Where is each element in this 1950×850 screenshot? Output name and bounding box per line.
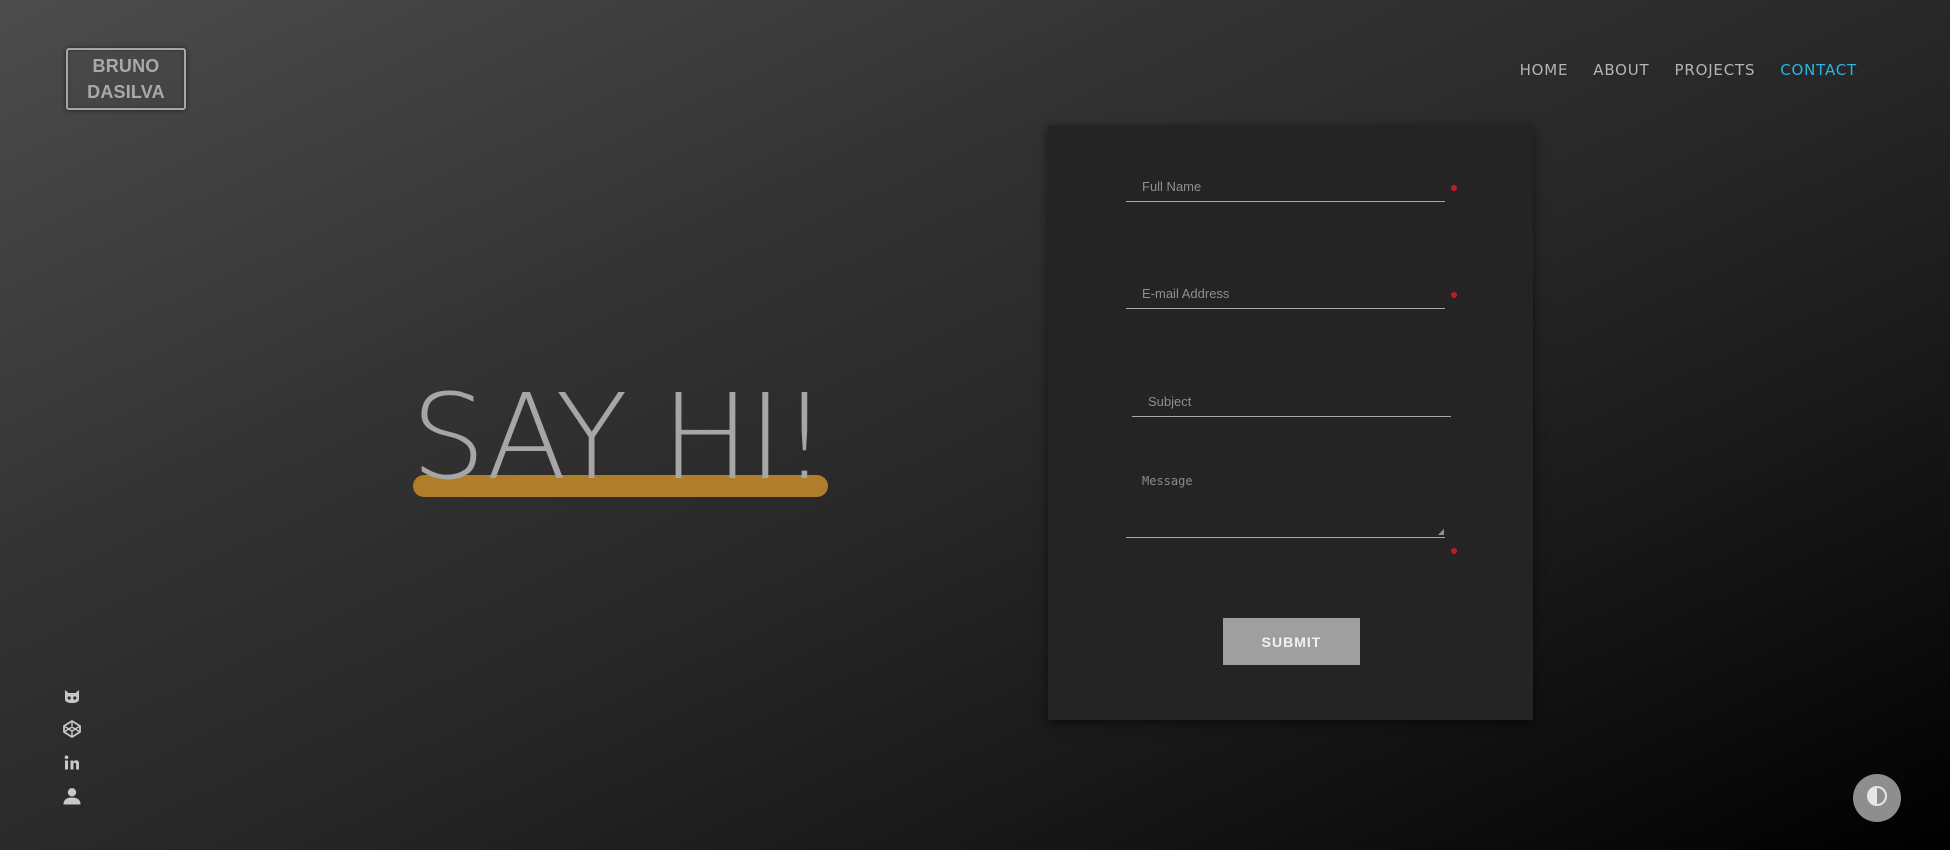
theme-toggle-button[interactable] <box>1853 774 1901 822</box>
nav-home[interactable]: HOME <box>1520 60 1569 80</box>
codepen-icon <box>62 719 82 739</box>
logo[interactable]: BRUNO DASILVA <box>66 48 186 110</box>
email-required-dot <box>1451 292 1457 298</box>
codepen-link[interactable] <box>62 719 82 739</box>
user-icon <box>62 786 82 806</box>
linkedin-link[interactable] <box>62 753 82 773</box>
email-field-wrapper <box>1126 278 1445 309</box>
subject-field-wrapper <box>1132 386 1451 417</box>
email-input[interactable] <box>1126 278 1445 308</box>
heading-text: SAY HI! <box>411 368 828 506</box>
linkedin-icon <box>62 753 82 773</box>
message-textarea[interactable] <box>1126 472 1445 532</box>
profile-link[interactable] <box>62 786 82 806</box>
nav-contact[interactable]: CONTACT <box>1780 60 1857 80</box>
github-icon <box>62 686 82 706</box>
full-name-field-wrapper <box>1126 171 1445 202</box>
submit-button[interactable]: SUBMIT <box>1223 618 1360 665</box>
contact-form: ◢ SUBMIT <box>1048 125 1533 720</box>
hero-heading: SAY HI! <box>411 372 831 502</box>
full-name-input[interactable] <box>1126 171 1445 201</box>
full-name-required-dot <box>1451 185 1457 191</box>
logo-line-first: BRUNO <box>92 56 160 76</box>
github-link[interactable] <box>62 686 82 706</box>
main-nav: HOME ABOUT PROJECTS CONTACT <box>1495 60 1857 80</box>
subject-input[interactable] <box>1132 386 1451 416</box>
nav-about[interactable]: ABOUT <box>1593 60 1649 80</box>
message-field-wrapper: ◢ <box>1126 472 1445 538</box>
logo-line-last: DASILVA <box>87 82 165 102</box>
contrast-icon <box>1866 785 1888 812</box>
message-required-dot <box>1451 548 1457 554</box>
resize-handle-icon[interactable]: ◢ <box>1438 528 1444 536</box>
nav-projects[interactable]: PROJECTS <box>1675 60 1756 80</box>
